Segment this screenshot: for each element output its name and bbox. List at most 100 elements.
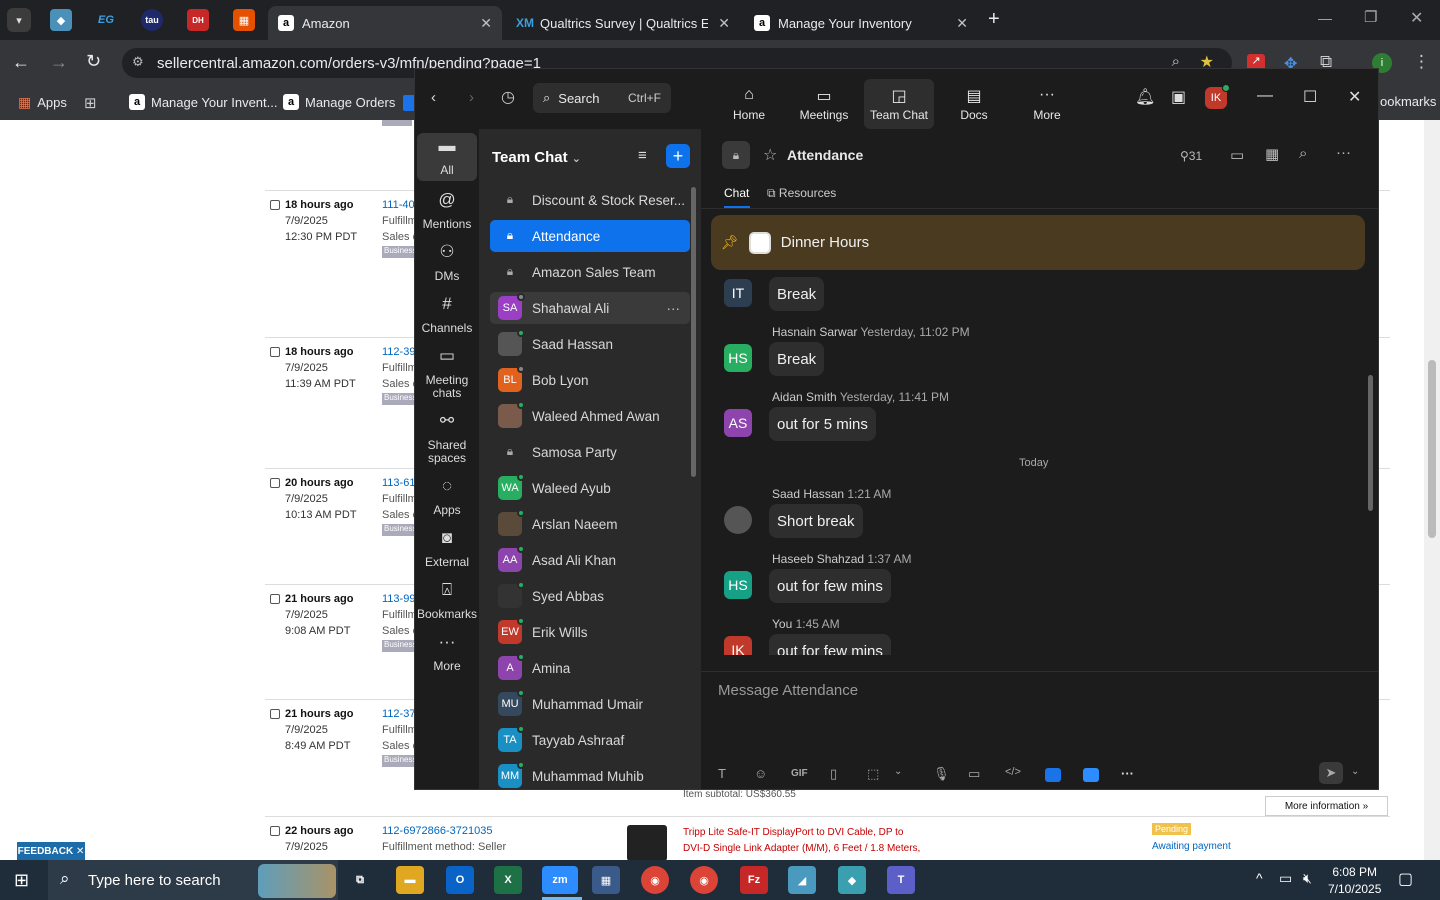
star-icon[interactable]: ☆ bbox=[763, 145, 777, 165]
chat-item[interactable]: 🔒︎ Discount & Stock Reser... bbox=[490, 184, 690, 216]
order-id-link[interactable]: 113-99 bbox=[382, 593, 415, 605]
chat-item[interactable]: WA Waleed Ayub bbox=[490, 472, 690, 504]
close-window-button[interactable]: ✕ bbox=[1410, 8, 1423, 28]
rail-external[interactable]: ◙ External bbox=[417, 529, 477, 569]
emoji-icon[interactable]: ☺ bbox=[754, 766, 767, 781]
video-message-icon[interactable]: ▭ bbox=[968, 766, 980, 782]
file-icon[interactable]: ▯ bbox=[830, 766, 837, 782]
notifications-icon[interactable]: ▢ bbox=[1398, 869, 1413, 889]
tab-amazon[interactable]: a Amazon ✕ bbox=[268, 6, 502, 40]
site-info-icon[interactable]: ⚙ bbox=[132, 54, 144, 70]
restore-button[interactable]: ❐ bbox=[1364, 8, 1377, 26]
gif-icon[interactable]: GIF bbox=[791, 768, 808, 779]
format-text-icon[interactable]: T bbox=[718, 766, 726, 781]
filezilla-icon[interactable]: Fz bbox=[740, 866, 768, 894]
teams-icon[interactable]: T bbox=[887, 866, 915, 894]
rail-all[interactable]: ▬ All bbox=[417, 133, 477, 181]
order-id-link[interactable]: 113-61 bbox=[382, 477, 415, 489]
more-options-icon[interactable]: ··· bbox=[1121, 766, 1134, 781]
rail-bookmarks[interactable]: ⍓ Bookmarks bbox=[417, 581, 477, 621]
chat-item[interactable]: 🔒︎ Amazon Sales Team bbox=[490, 256, 690, 288]
windows-start-icon[interactable]: ⊞ bbox=[14, 870, 29, 891]
chat-item[interactable]: Waleed Ahmed Awan bbox=[490, 400, 690, 432]
bookmark-apps[interactable]: ▦ Apps bbox=[18, 94, 67, 111]
chat-item[interactable]: 🔒︎ Samosa Party bbox=[490, 436, 690, 468]
code-snippet-icon[interactable]: </> bbox=[1005, 766, 1021, 778]
feedback-button[interactable]: FEEDBACK ✕ bbox=[17, 842, 85, 860]
pinned-tab-1[interactable]: ◆ bbox=[50, 9, 72, 31]
close-icon[interactable]: ✕ bbox=[480, 15, 492, 32]
order-checkbox[interactable] bbox=[270, 200, 280, 210]
message-bubble[interactable]: out for few mins bbox=[769, 634, 891, 655]
filter-icon[interactable]: ≡ bbox=[638, 147, 647, 164]
tab-list-dropdown[interactable]: ▾ bbox=[7, 8, 31, 32]
history-icon[interactable]: ◷ bbox=[501, 87, 515, 107]
rail-apps[interactable]: ◌ Apps bbox=[417, 477, 477, 517]
volume-muted-icon[interactable]: 🔇︎ bbox=[1303, 870, 1312, 887]
show-hidden-icons[interactable]: ^ bbox=[1256, 870, 1263, 886]
tab-qualtrics[interactable]: XM Qualtrics Survey | Qualtrics Exp ✕ bbox=[506, 6, 740, 40]
order-id-link[interactable]: 111-40 bbox=[382, 199, 415, 211]
user-avatar[interactable]: IK bbox=[1205, 84, 1230, 109]
chrome-icon[interactable]: ◉ bbox=[641, 866, 669, 894]
message-bubble[interactable]: Break bbox=[769, 277, 825, 311]
rail-shared-spaces[interactable]: ⚯ Shared spaces bbox=[417, 412, 477, 465]
pinned-message-banner[interactable]: 📌︎ Dinner Hours bbox=[711, 215, 1365, 270]
messages-scrollbar[interactable] bbox=[1368, 375, 1373, 511]
order-id-link[interactable]: 112-39 bbox=[382, 346, 415, 358]
page-scrollbar-thumb[interactable] bbox=[1428, 360, 1436, 538]
app-icon[interactable]: ◢ bbox=[788, 866, 816, 894]
more-information-button[interactable]: More information » bbox=[1265, 796, 1388, 816]
chat-item[interactable]: Arslan Naeem bbox=[490, 508, 690, 540]
calendar-icon[interactable]: ▦ bbox=[1265, 145, 1279, 163]
search-icon[interactable]: ⌕ bbox=[1299, 145, 1307, 162]
zoom-minimize-button[interactable]: — bbox=[1257, 87, 1273, 105]
nav-home[interactable]: ⌂ Home bbox=[714, 79, 784, 129]
forward-button[interactable]: → bbox=[50, 52, 68, 73]
order-checkbox[interactable] bbox=[270, 826, 280, 836]
zoom-taskbar-icon[interactable]: zm bbox=[542, 866, 578, 894]
zoom-search[interactable]: ⌕ Search Ctrl+F bbox=[533, 83, 671, 113]
calculator-icon[interactable]: ▦ bbox=[592, 866, 620, 894]
message-avatar[interactable]: IK bbox=[724, 636, 752, 655]
tab-chat[interactable]: Chat bbox=[724, 186, 750, 208]
rail-meeting-chats[interactable]: ▭ Meeting chats bbox=[417, 347, 477, 400]
zoom-close-button[interactable]: ✕ bbox=[1348, 87, 1361, 107]
file-explorer-icon[interactable]: ▬ bbox=[396, 866, 424, 894]
message-input[interactable]: Message Attendance bbox=[718, 682, 1358, 712]
close-icon[interactable]: ✕ bbox=[956, 15, 968, 32]
chat-item[interactable]: SA Shahawal Ali ··· bbox=[490, 292, 690, 324]
new-tab-button[interactable]: + bbox=[988, 8, 1000, 31]
more-options-icon[interactable]: ··· bbox=[667, 301, 681, 316]
message-avatar[interactable]: HS bbox=[724, 344, 752, 372]
chat-item[interactable]: A Amina bbox=[490, 652, 690, 684]
send-icon[interactable]: ➤ bbox=[1319, 762, 1343, 784]
chrome-profile-icon[interactable]: ◉ bbox=[690, 866, 718, 894]
nav-meetings[interactable]: ▭ Meetings bbox=[789, 79, 859, 129]
reload-button[interactable]: ↻ bbox=[86, 51, 101, 72]
network-icon[interactable]: ▭ bbox=[1279, 870, 1292, 887]
product-title-link[interactable]: Tripp Lite Safe-IT DisplayPort to DVI Ca… bbox=[683, 825, 920, 857]
notifications-bell-icon[interactable]: 🔔︎ bbox=[1135, 87, 1155, 107]
excel-icon[interactable]: X bbox=[494, 866, 522, 894]
message-bubble[interactable]: out for few mins bbox=[769, 569, 891, 603]
chat-item[interactable]: EW Erik Wills bbox=[490, 616, 690, 648]
zoom-forward-button[interactable]: › bbox=[469, 89, 474, 106]
message-bubble[interactable]: Break bbox=[769, 342, 825, 376]
zoom-back-button[interactable]: ‹ bbox=[431, 89, 436, 106]
pinned-tab-5[interactable]: ▦ bbox=[233, 9, 255, 31]
chevron-down-icon[interactable]: ⌄ bbox=[1351, 766, 1359, 777]
more-options-icon[interactable]: ··· bbox=[1336, 144, 1351, 161]
all-bookmarks-label[interactable]: ookmarks bbox=[1380, 94, 1436, 109]
rail-mentions[interactable]: @ Mentions bbox=[417, 191, 477, 231]
rail-dms[interactable]: ⚇ DMs bbox=[417, 243, 477, 283]
order-checkbox[interactable] bbox=[270, 478, 280, 488]
outlook-icon[interactable]: O bbox=[446, 866, 474, 894]
back-button[interactable]: ← bbox=[12, 52, 30, 73]
order-checkbox[interactable] bbox=[270, 594, 280, 604]
video-call-icon[interactable]: ▭ bbox=[1230, 146, 1244, 164]
chat-item[interactable]: BL Bob Lyon bbox=[490, 364, 690, 396]
order-id-link[interactable]: 112-37 bbox=[382, 708, 415, 720]
task-view-icon[interactable]: ⧉ bbox=[346, 866, 374, 894]
page-scrollbar[interactable] bbox=[1424, 120, 1440, 860]
